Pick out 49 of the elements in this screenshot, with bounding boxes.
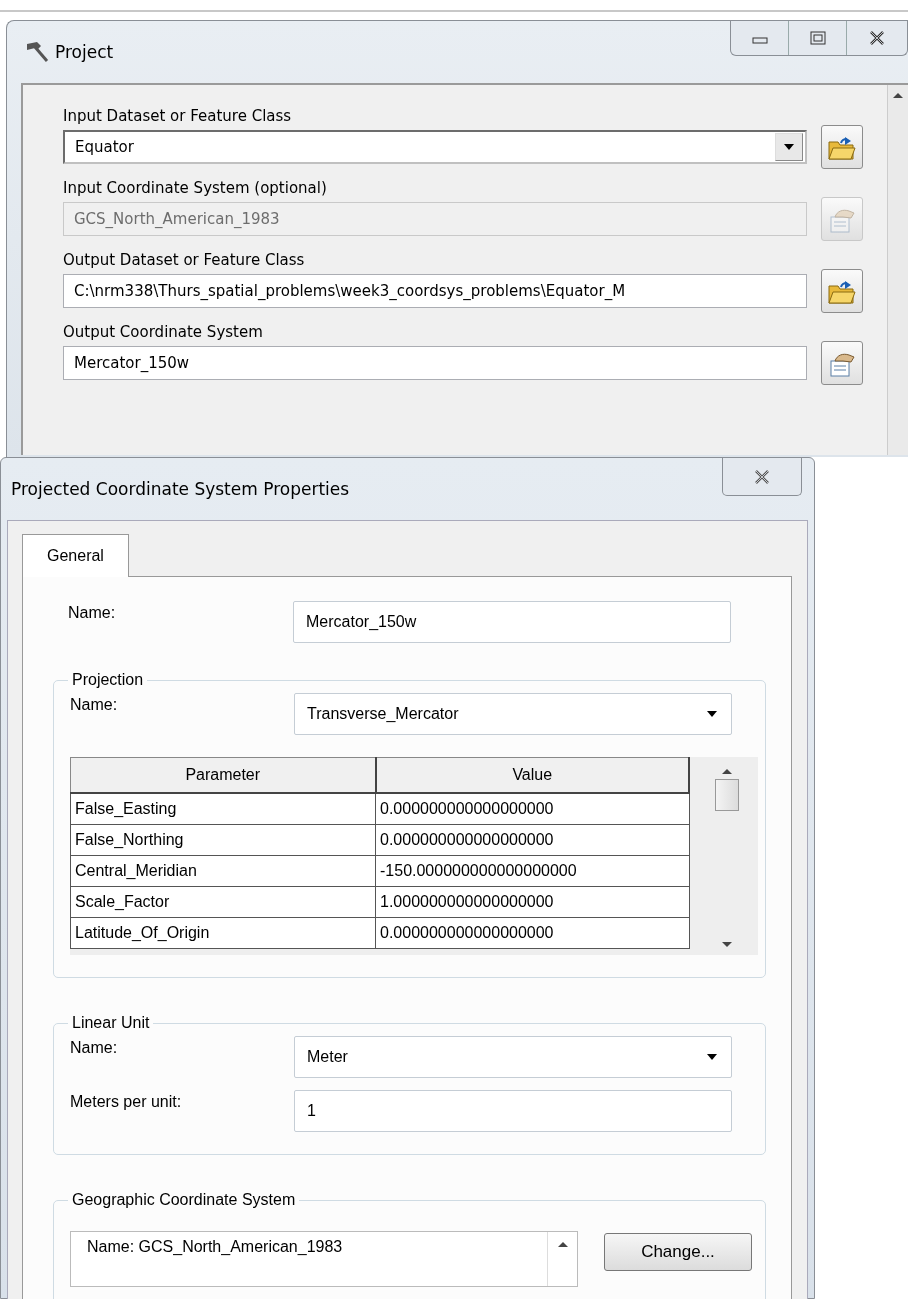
list-box[interactable]: Name: GCS_North_American_1983: [70, 1231, 578, 1287]
dropdown-field[interactable]: Transverse_Mercator: [294, 693, 732, 735]
scroll-thumb[interactable]: [715, 779, 739, 811]
field-label: Name:: [70, 695, 119, 714]
window-title: Project: [55, 42, 114, 62]
change-button[interactable]: Change...: [604, 1233, 752, 1271]
table-cell: 0.000000000000000000: [375, 917, 689, 949]
field-label: Output Coordinate System: [63, 323, 264, 343]
tab[interactable]: General: [22, 534, 129, 577]
scrollbar[interactable]: [887, 85, 908, 455]
table-cell: Latitude_Of_Origin: [70, 917, 376, 949]
field-label: Name:: [67, 603, 117, 622]
text-field[interactable]: C:\nrm338\Thurs_spatial_problems\week3_coordsys_problems\Equator_M: [63, 274, 807, 308]
group-title: Projection: [71, 671, 145, 689]
table-cell: -150.000000000000000000: [375, 855, 689, 887]
field-label: Output Dataset or Feature Class: [63, 251, 306, 271]
maximize-icon: [808, 31, 827, 45]
text-field[interactable]: Mercator_150w: [63, 346, 807, 380]
browse-button[interactable]: [821, 341, 863, 385]
table-cell: False_Northing: [70, 824, 376, 856]
scroll-down-icon: [721, 941, 733, 949]
table-cell: 1.000000000000000000: [375, 886, 689, 918]
column-header[interactable]: Parameter: [70, 757, 376, 793]
close-button[interactable]: [722, 458, 802, 496]
browse-button[interactable]: [821, 269, 863, 313]
text-field[interactable]: Mercator_150w: [293, 601, 731, 643]
close-icon: [868, 31, 886, 45]
table-cell: Central_Meridian: [70, 855, 376, 887]
table-cell: False_Easting: [70, 793, 376, 825]
field-label: Input Dataset or Feature Class: [63, 107, 293, 127]
list-item: Name: GCS_North_American_1983: [87, 1238, 344, 1256]
table-cell: Scale_Factor: [70, 886, 376, 918]
scroll-up-icon: [556, 1240, 569, 1248]
window-title: Projected Coordinate System Properties: [11, 479, 350, 499]
dropdown-field[interactable]: Equator: [63, 130, 807, 164]
field-label: Input Coordinate System (optional): [63, 179, 328, 199]
close-icon: [753, 469, 771, 484]
column-header[interactable]: Value: [375, 757, 689, 793]
browse-button[interactable]: [821, 125, 863, 169]
group-title: Geographic Coordinate System: [71, 1191, 297, 1209]
field-label: Meters per unit:: [70, 1092, 183, 1111]
group-title: Linear Unit: [71, 1014, 151, 1032]
scroll-up-icon: [892, 91, 904, 99]
table-cell: 0.000000000000000000: [375, 824, 689, 856]
dropdown-field[interactable]: Meter: [294, 1036, 732, 1078]
text-field[interactable]: 1: [294, 1090, 732, 1132]
field-label: Name:: [70, 1038, 119, 1057]
scroll-up-icon: [721, 767, 733, 775]
table-cell: 0.000000000000000000: [375, 793, 689, 825]
